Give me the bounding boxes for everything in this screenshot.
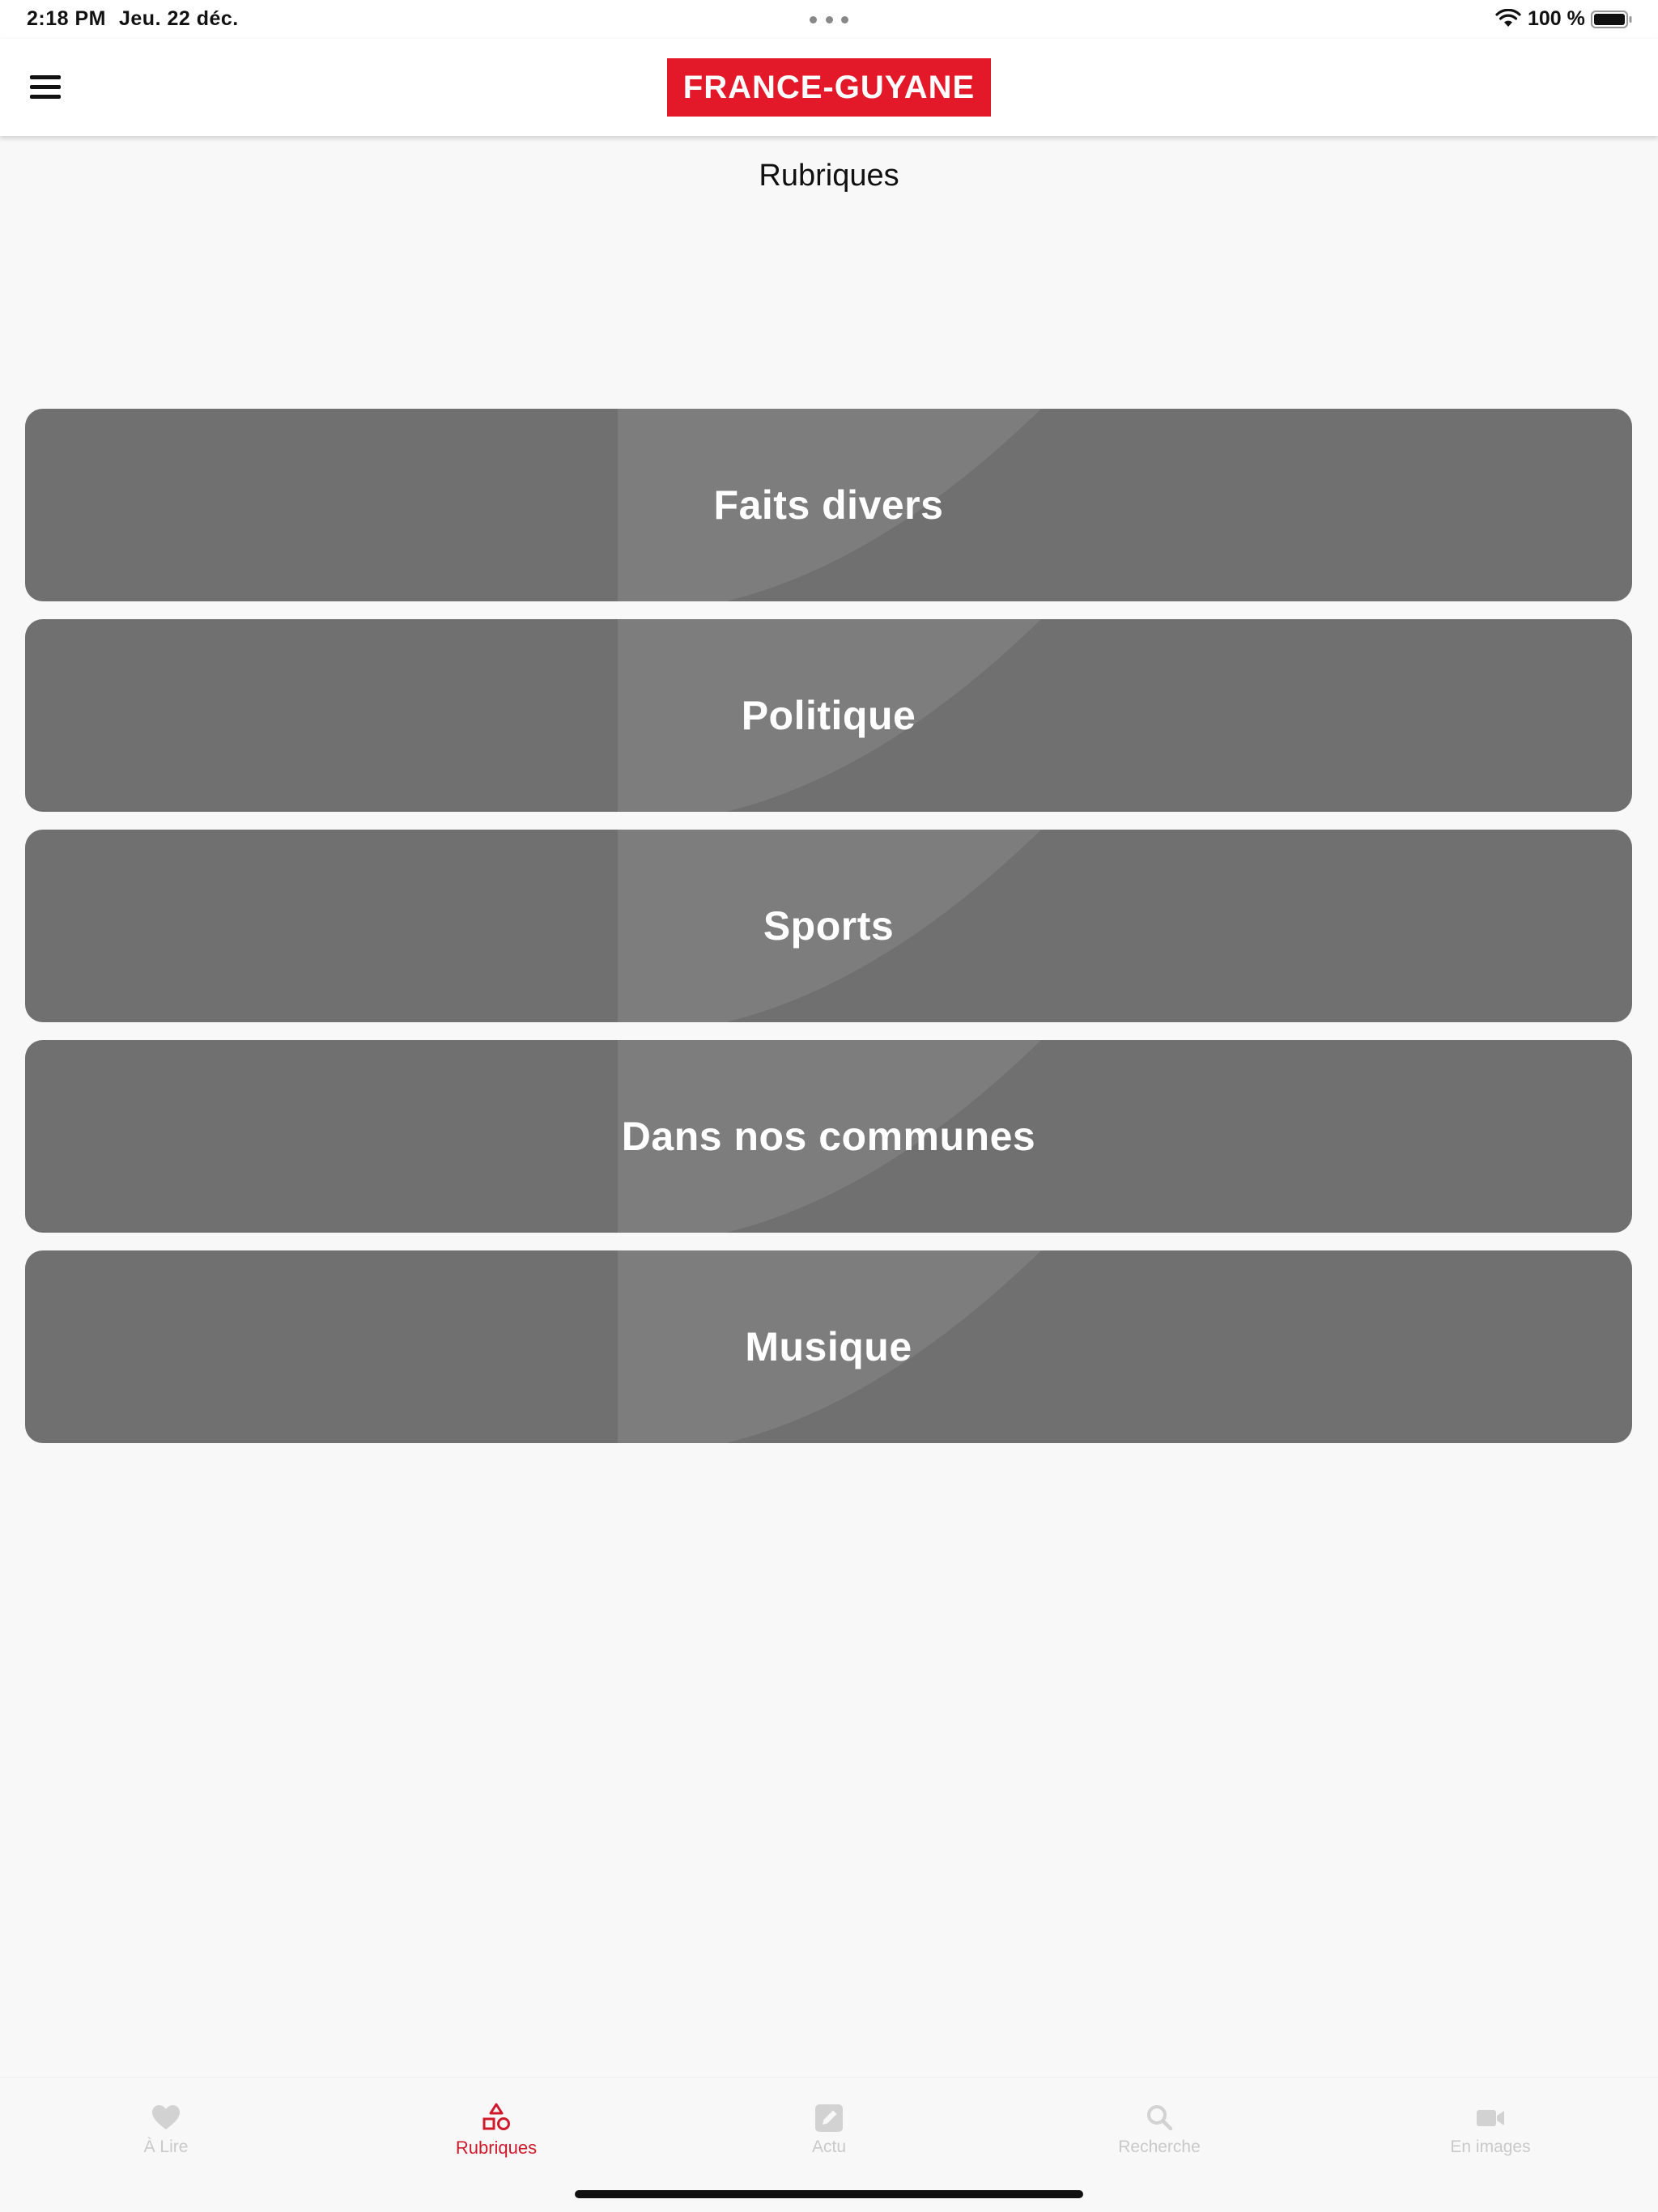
tab-en-images[interactable]: En images	[1393, 2102, 1588, 2167]
home-indicator[interactable]	[575, 2190, 1083, 2198]
france-guyane-logo[interactable]: FRANCE-GUYANE	[667, 58, 991, 117]
wifi-icon	[1495, 9, 1521, 27]
tab-label: En images	[1450, 2138, 1531, 2156]
category-card-politique[interactable]: Politique	[25, 619, 1632, 812]
tab-recherche[interactable]: Recherche	[1062, 2102, 1256, 2167]
category-card-faits-divers[interactable]: Faits divers	[25, 409, 1632, 601]
battery-icon	[1591, 11, 1632, 28]
category-label: Politique	[741, 693, 916, 738]
logo-text: FRANCE-GUYANE	[682, 70, 976, 105]
category-card-dans-nos-communes[interactable]: Dans nos communes	[25, 1040, 1632, 1233]
category-card-musique[interactable]: Musique	[25, 1250, 1632, 1443]
category-label: Sports	[763, 903, 895, 949]
category-label: Dans nos communes	[621, 1114, 1036, 1159]
status-bar: 2:18 PM Jeu. 22 déc. 100 %	[0, 0, 1658, 39]
page-title: Rubriques	[759, 159, 899, 193]
status-time: 2:18 PM	[27, 7, 106, 30]
heart-icon	[152, 2105, 180, 2129]
edit-square-icon	[815, 2104, 843, 2132]
category-label: Musique	[745, 1324, 912, 1369]
tab-actu[interactable]: Actu	[732, 2102, 926, 2167]
hamburger-menu-icon[interactable]	[24, 68, 66, 105]
video-camera-icon	[1477, 2110, 1504, 2126]
tab-a-lire[interactable]: À Lire	[69, 2102, 263, 2167]
tab-label: Actu	[811, 2138, 847, 2156]
tab-label: Rubriques	[455, 2138, 538, 2158]
status-date: Jeu. 22 déc.	[119, 7, 239, 30]
category-label: Faits divers	[713, 482, 944, 528]
tab-rubriques[interactable]: Rubriques	[399, 2102, 593, 2167]
shapes-icon	[483, 2103, 510, 2130]
battery-percentage: 100 %	[1528, 7, 1585, 30]
multitasking-dots-icon[interactable]	[810, 16, 848, 24]
tab-label: Recherche	[1118, 2138, 1201, 2156]
search-icon	[1147, 2105, 1173, 2131]
app-header: FRANCE-GUYANE	[0, 39, 1658, 136]
category-card-sports[interactable]: Sports	[25, 830, 1632, 1022]
tab-label: À Lire	[143, 2138, 189, 2156]
